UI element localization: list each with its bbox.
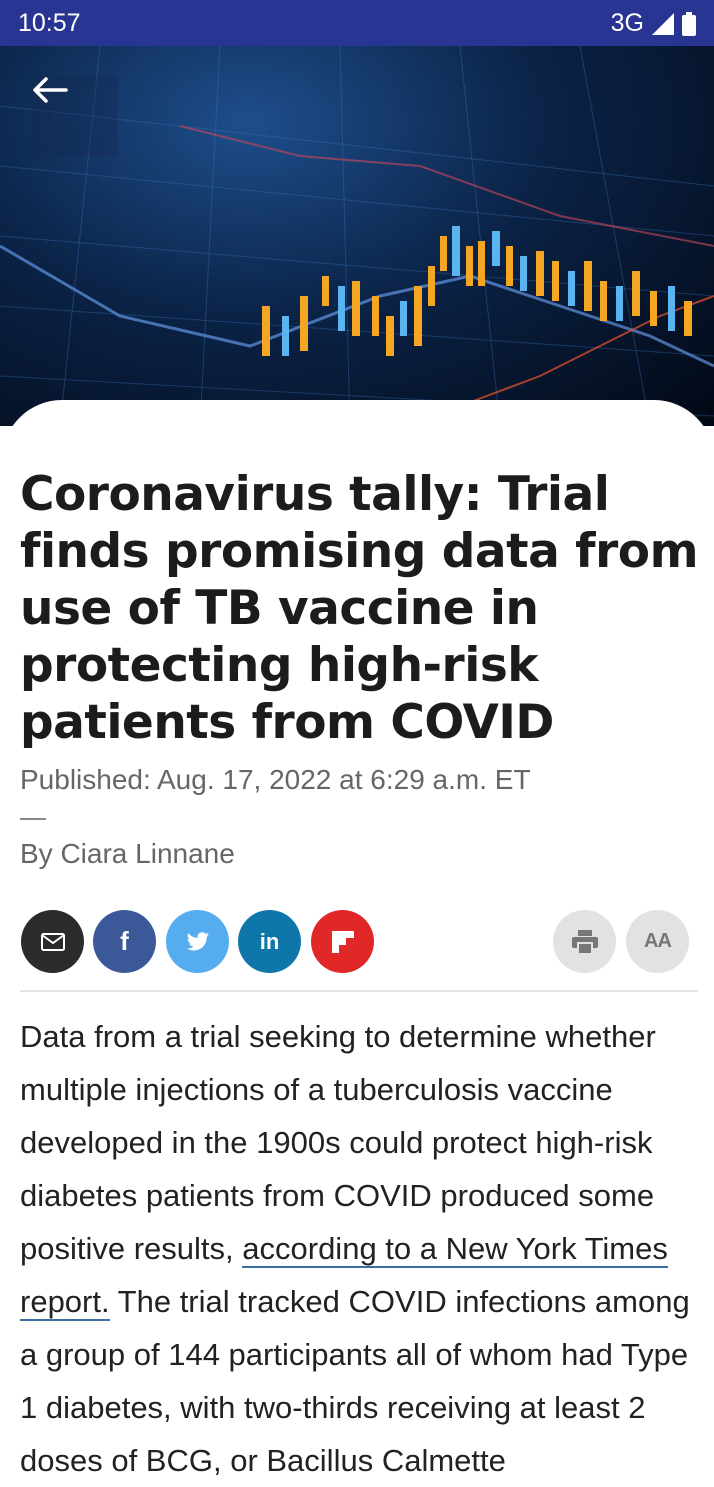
status-indicators: 3G — [611, 9, 696, 38]
published-date: Published: Aug. 17, 2022 at 6:29 a.m. ET — [20, 764, 531, 795]
article-headline: Coronavirus tally: Trial finds promising… — [20, 467, 699, 750]
text-size-icon: AA — [644, 930, 672, 952]
flipboard-icon — [331, 930, 354, 953]
text-size-button[interactable]: AA — [626, 910, 689, 973]
share-divider — [20, 990, 698, 992]
back-button[interactable] — [32, 76, 118, 156]
network-type: 3G — [610, 9, 644, 37]
arrow-left-icon — [33, 77, 68, 103]
battery-icon — [682, 11, 696, 36]
printer-icon — [571, 929, 598, 954]
twitter-icon — [186, 931, 209, 950]
print-button[interactable] — [553, 910, 616, 973]
facebook-icon: f — [120, 926, 129, 956]
share-linkedin-button[interactable]: in — [238, 910, 301, 973]
meta-divider — [20, 818, 46, 820]
status-bar: 10:57 3G — [0, 0, 714, 46]
body-text-continued: The trial tracked COVID infections among… — [20, 1284, 690, 1478]
hero-image — [0, 46, 714, 426]
signal-icon — [652, 12, 674, 35]
share-flipboard-button[interactable] — [311, 910, 374, 973]
article-body: Data from a trial seeking to determine w… — [20, 1010, 700, 1487]
author-byline: By Ciara Linnane — [20, 838, 235, 869]
share-facebook-button[interactable]: f — [93, 910, 156, 973]
body-text-intro: Data from a trial seeking to determine w… — [20, 1019, 656, 1266]
linkedin-icon: in — [259, 928, 280, 954]
share-email-button[interactable] — [21, 910, 84, 973]
share-twitter-button[interactable] — [166, 910, 229, 973]
envelope-icon — [40, 932, 65, 951]
status-time: 10:57 — [18, 9, 81, 37]
